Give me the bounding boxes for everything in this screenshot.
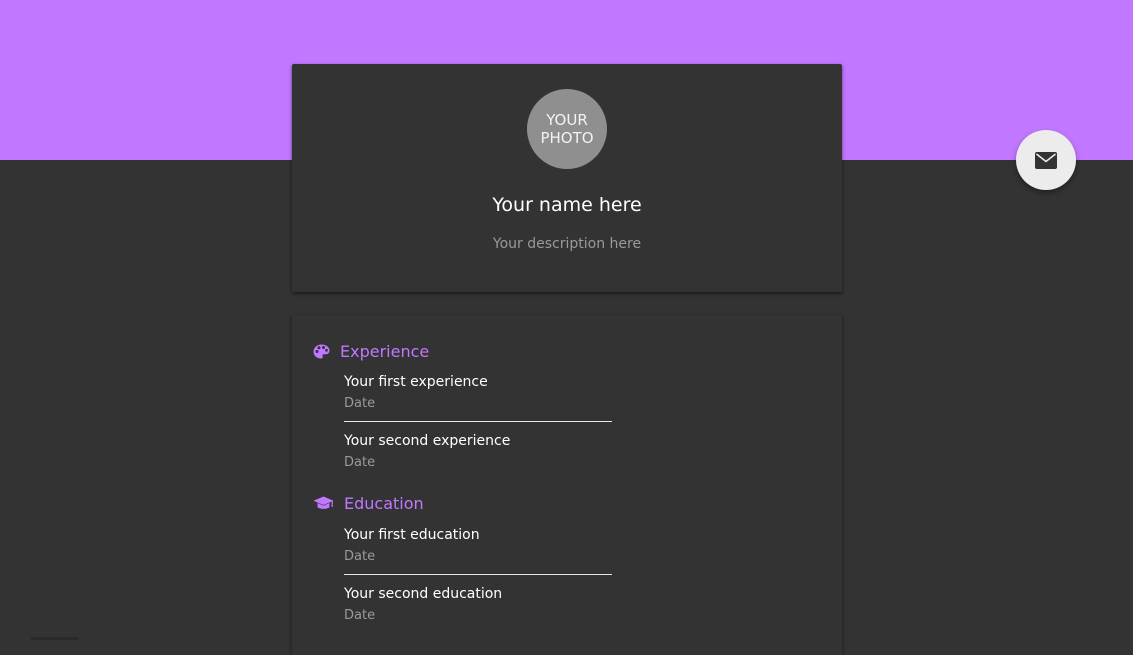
education-title: Your first education [344,527,480,543]
experience-title: Your first experience [344,374,488,390]
contact-mail-button[interactable] [1016,130,1076,190]
education-date: Date [344,549,376,564]
education-section-header: Education [313,494,424,513]
education-date: Date [344,608,376,623]
education-heading: Education [344,494,424,513]
profile-description: Your description here [492,236,642,252]
profile-name: Your name here [492,194,642,216]
experience-date: Date [344,396,376,411]
experience-title: Your second experience [344,433,511,449]
experience-heading: Experience [340,342,430,361]
profile-photo: YOUR PHOTO [527,89,607,169]
experience-date: Date [344,455,376,470]
entry-divider [344,574,612,575]
profile-card: YOUR PHOTO Your name here Your descripti… [292,64,842,292]
graduation-cap-icon [313,496,334,509]
education-item: Your first education Date [344,526,612,565]
resume-content-card: Experience Your first experience Date Yo… [292,315,842,655]
palette-icon [313,344,330,359]
entry-divider [344,421,612,422]
experience-item: Your second experience Date [344,432,612,471]
experience-section-header: Experience [313,342,429,361]
envelope-icon [1035,151,1057,169]
education-item: Your second education Date [344,585,612,624]
education-title: Your second education [344,586,503,602]
experience-item: Your first experience Date [344,373,612,412]
